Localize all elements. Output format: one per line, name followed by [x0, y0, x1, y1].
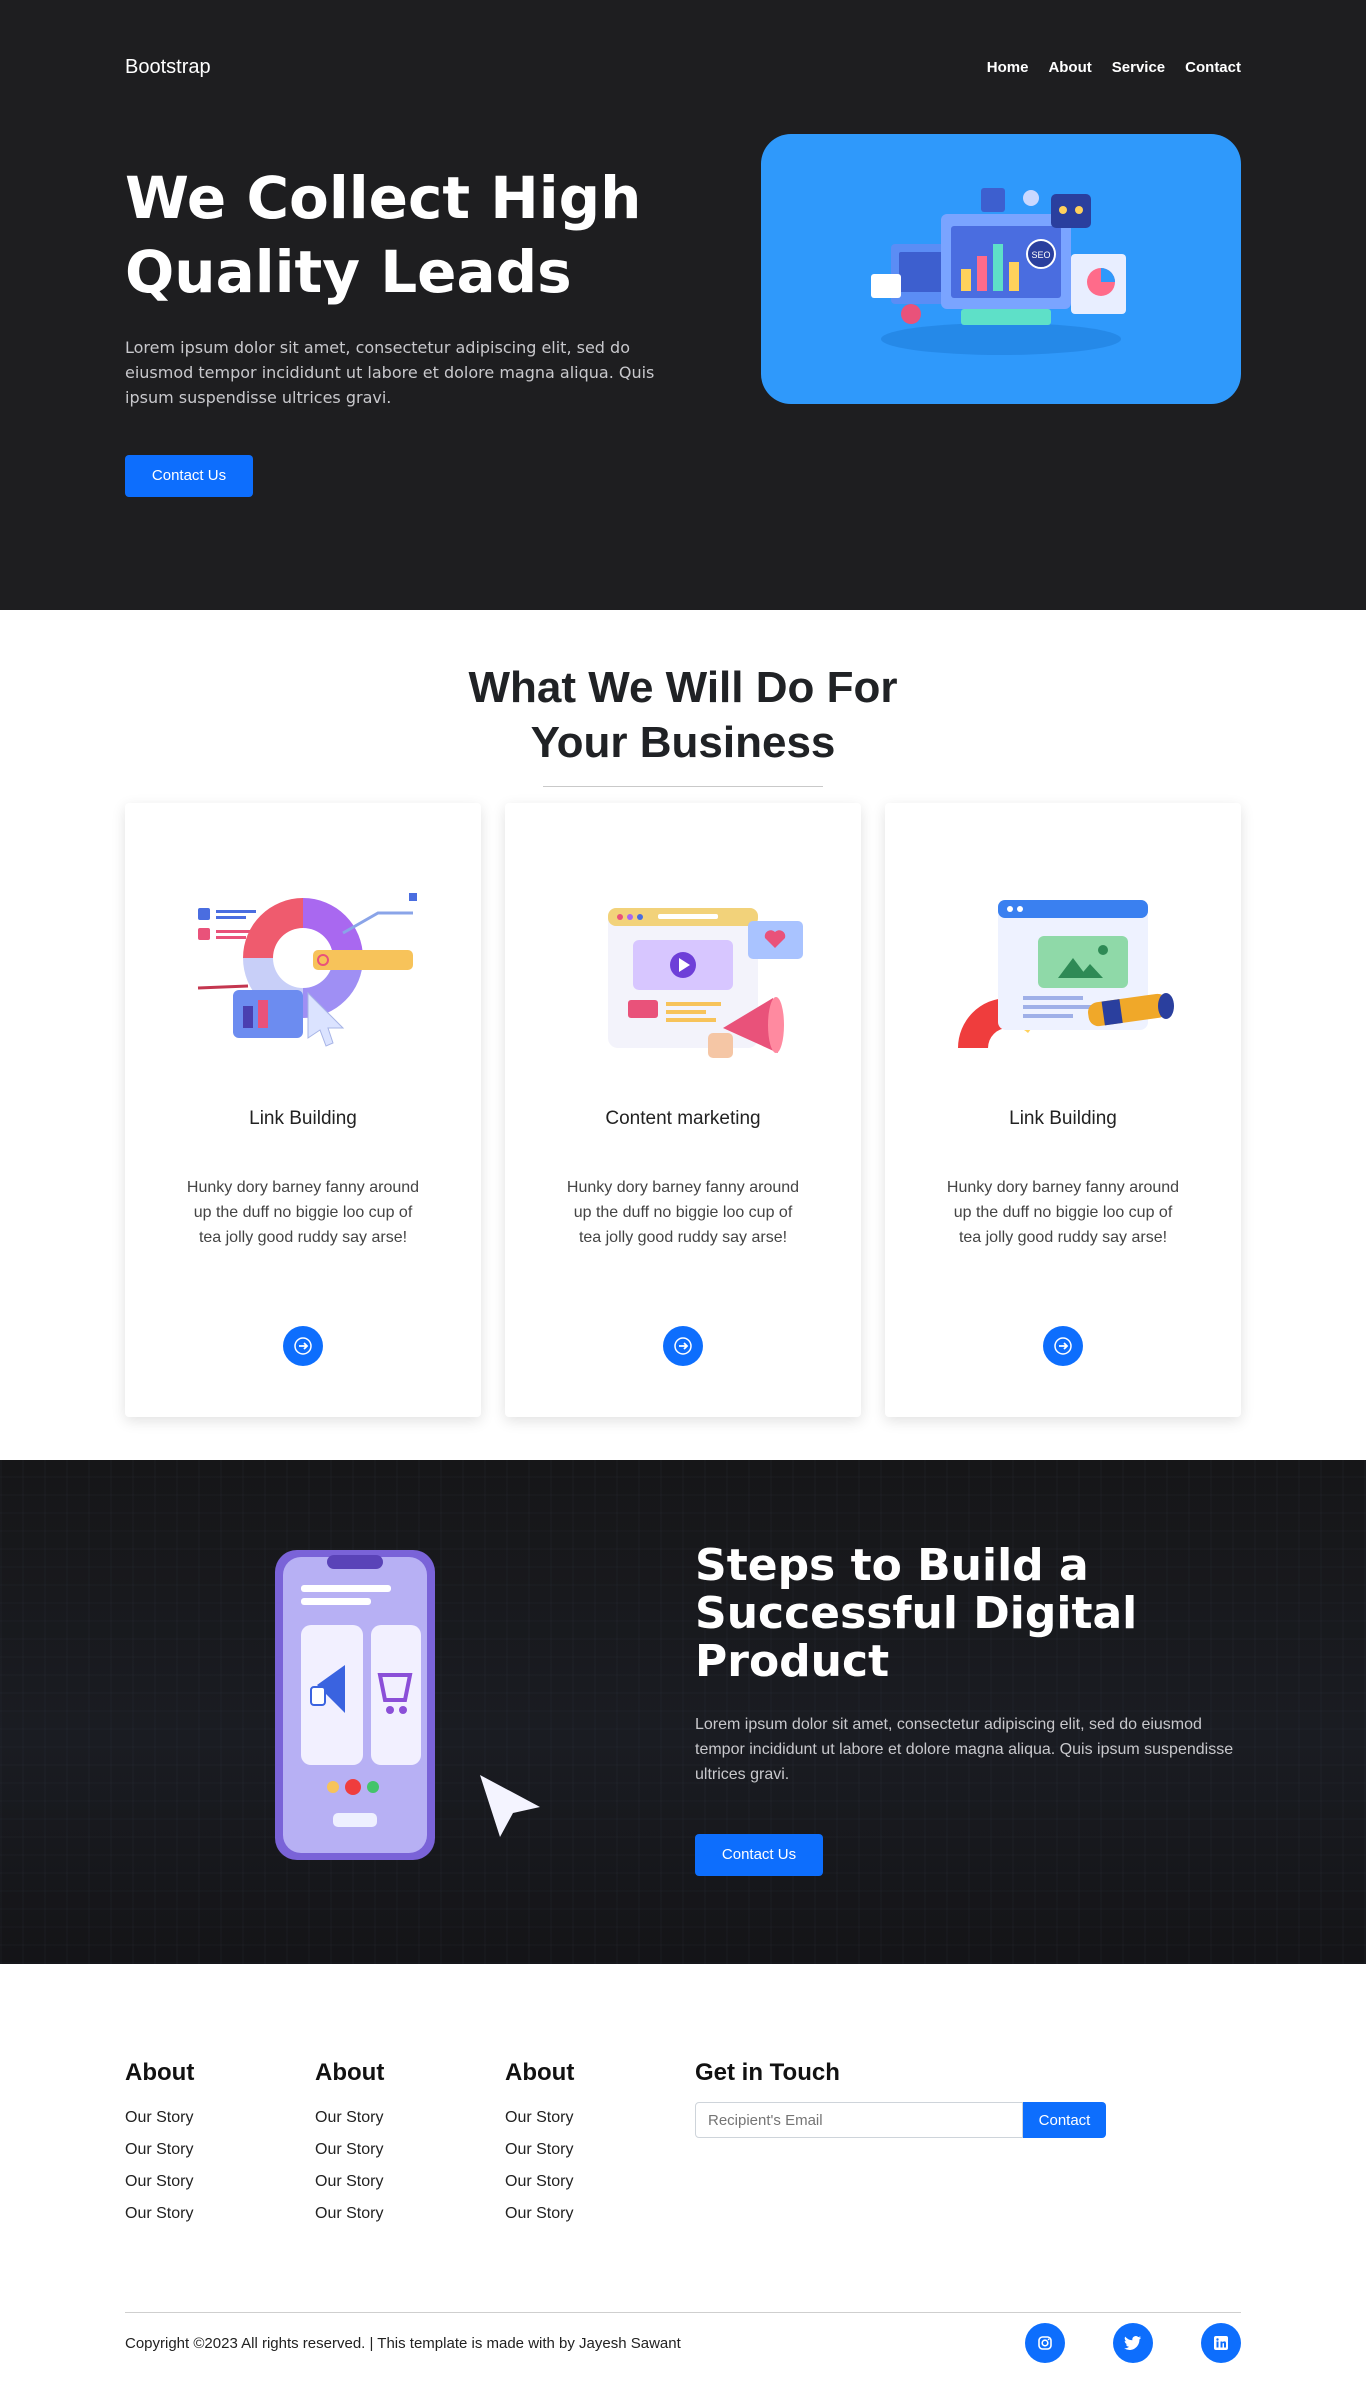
- arrow-right-icon: [674, 1337, 692, 1355]
- card-arrow-button[interactable]: [1043, 1326, 1083, 1366]
- footer-link[interactable]: Our Story: [125, 2134, 315, 2166]
- footer-column-heading: About: [505, 2059, 575, 2086]
- linkedin-icon[interactable]: [1201, 2323, 1241, 2363]
- nav-home[interactable]: Home: [987, 59, 1029, 76]
- steps-text: Lorem ipsum dolor sit amet, consectetur …: [695, 1716, 1234, 1783]
- footer-link[interactable]: Our Story: [505, 2134, 695, 2166]
- footer-link[interactable]: Our Story: [315, 2102, 505, 2134]
- nav-about[interactable]: About: [1048, 59, 1091, 76]
- footer-link[interactable]: Our Story: [505, 2102, 695, 2134]
- hero-illustration: SEO: [761, 134, 1241, 404]
- footer-link[interactable]: Our Story: [315, 2198, 505, 2230]
- card-title: Link Building: [249, 1108, 357, 1129]
- video-marketing-icon: [608, 908, 803, 1058]
- brand-logo[interactable]: Bootstrap: [125, 56, 211, 79]
- footer-column-3: About Our Story Our Story Our Story Our …: [505, 2059, 695, 2230]
- footer-link[interactable]: Our Story: [125, 2166, 315, 2198]
- footer-column-heading: About: [315, 2059, 385, 2086]
- footer: About Our Story Our Story Our Story Our …: [0, 1964, 1366, 2373]
- twitter-icon[interactable]: [1113, 2323, 1153, 2363]
- footer-link[interactable]: Our Story: [315, 2166, 505, 2198]
- hero-section: Bootstrap Home About Service Contact We …: [0, 0, 1366, 610]
- copyright-text: Copyright ©2023 All rights reserved. | T…: [125, 2334, 681, 2352]
- footer-link[interactable]: Our Story: [125, 2102, 315, 2134]
- get-in-touch: Get in Touch Contact: [695, 2059, 1115, 2230]
- hero-contact-button[interactable]: Contact Us: [125, 455, 253, 497]
- card-text: Hunky dory barney fanny around up the du…: [946, 1179, 1180, 1246]
- footer-column-heading: About: [125, 2059, 195, 2086]
- hero-title: We Collect High Quality Leads: [125, 164, 642, 306]
- social-links: [1025, 2323, 1241, 2363]
- service-card-link-building: Link Building Hunky dory barney fanny ar…: [125, 803, 481, 1417]
- service-card-content-marketing: Content marketing Hunky dory barney fann…: [505, 803, 861, 1417]
- analytics-illustration-icon: SEO: [871, 188, 1126, 355]
- footer-link[interactable]: Our Story: [125, 2198, 315, 2230]
- service-card-illustration: [505, 873, 861, 1073]
- footer-column-2: About Our Story Our Story Our Story Our …: [315, 2059, 505, 2230]
- service-card-illustration: [885, 873, 1241, 1073]
- services-section: What We Will Do For Your Business Link B…: [0, 610, 1366, 1460]
- service-card-link-building-2: Link Building Hunky dory barney fanny ar…: [885, 803, 1241, 1417]
- card-title: Link Building: [1009, 1108, 1117, 1129]
- steps-contact-button[interactable]: Contact Us: [695, 1834, 823, 1876]
- title-divider: [543, 786, 823, 787]
- footer-link[interactable]: Our Story: [505, 2198, 695, 2230]
- hero-text: Lorem ipsum dolor sit amet, consectetur …: [125, 338, 655, 407]
- smartphone-shopping-icon: [275, 1550, 540, 1860]
- arrow-right-icon: [1054, 1337, 1072, 1355]
- nav-menu: Home About Service Contact: [987, 59, 1241, 76]
- service-card-illustration: [125, 873, 481, 1073]
- seo-chart-icon: [197, 893, 417, 1047]
- telescope-browser-icon: [958, 900, 1174, 1048]
- phone-illustration: [125, 1460, 695, 1964]
- services-title: What We Will Do For Your Business: [468, 663, 898, 767]
- card-text: Hunky dory barney fanny around up the du…: [186, 1179, 420, 1246]
- navbar: Bootstrap Home About Service Contact: [125, 0, 1241, 135]
- contact-submit-button[interactable]: Contact: [1023, 2102, 1106, 2138]
- card-title: Content marketing: [605, 1108, 761, 1129]
- email-input[interactable]: [695, 2102, 1023, 2138]
- steps-title: Steps to Build a Successful Digital Prod…: [695, 1540, 1138, 1687]
- steps-section: Steps to Build a Successful Digital Prod…: [0, 1460, 1366, 1964]
- get-in-touch-heading: Get in Touch: [695, 2059, 840, 2086]
- footer-column-1: About Our Story Our Story Our Story Our …: [125, 2059, 315, 2230]
- nav-service[interactable]: Service: [1112, 59, 1165, 76]
- instagram-icon[interactable]: [1025, 2323, 1065, 2363]
- footer-link[interactable]: Our Story: [505, 2166, 695, 2198]
- card-text: Hunky dory barney fanny around up the du…: [566, 1179, 800, 1246]
- newsletter-form: Contact: [695, 2102, 1115, 2138]
- footer-link[interactable]: Our Story: [315, 2134, 505, 2166]
- card-arrow-button[interactable]: [283, 1326, 323, 1366]
- card-arrow-button[interactable]: [663, 1326, 703, 1366]
- arrow-right-icon: [294, 1337, 312, 1355]
- svg-text:SEO: SEO: [1031, 250, 1050, 260]
- nav-contact[interactable]: Contact: [1185, 59, 1241, 76]
